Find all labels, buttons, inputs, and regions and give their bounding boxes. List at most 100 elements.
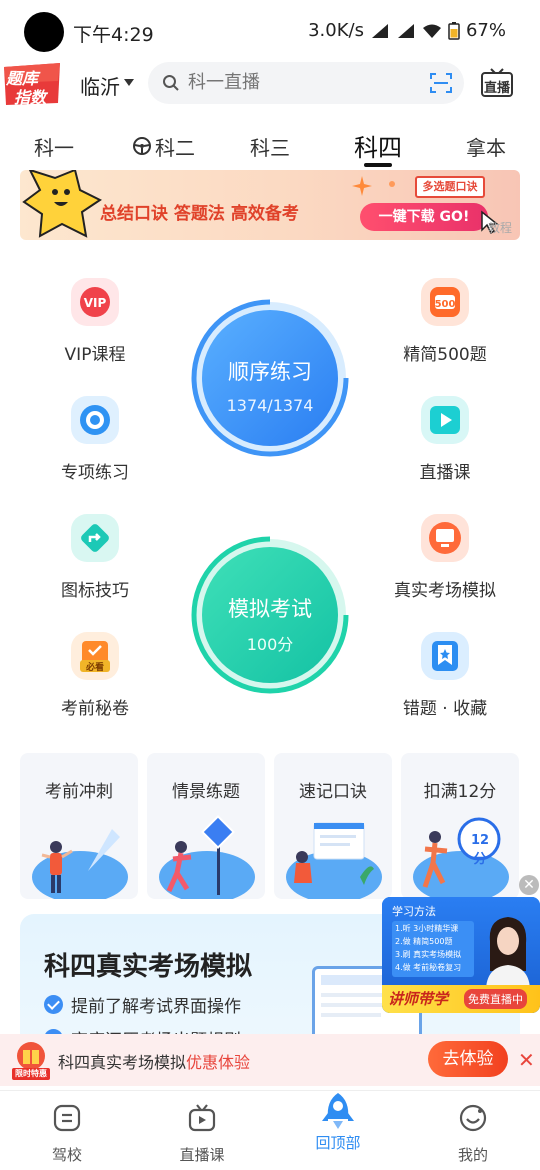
sign-tips-entry[interactable]: 图标技巧 <box>35 514 155 601</box>
sparkle-icon <box>352 176 395 196</box>
offer-text: 科四真实考场模拟优惠体验 <box>58 1049 250 1073</box>
sprint-card[interactable]: 考前冲刺 <box>20 753 138 899</box>
real-exam-sim-label: 真实考场模拟 <box>394 581 496 601</box>
real-exam-sim-entry[interactable]: 真实考场模拟 <box>385 514 505 601</box>
video-icon <box>421 396 469 444</box>
mascot-star-icon <box>22 170 102 238</box>
vip-icon: VIP <box>71 278 119 326</box>
topic-practice-entry[interactable]: 专项练习 <box>35 396 155 483</box>
net-speed: 3.0K/s <box>308 20 364 41</box>
500-icon: 500 <box>421 278 469 326</box>
teacher-live-ad[interactable]: 学习方法 1.听 3小时精华课 2.做 精简500题 3.刷 真实考场模拟 4.… <box>382 897 540 1013</box>
nav-back-to-top[interactable]: 回顶部 <box>288 1093 388 1153</box>
crossing-sign-illustration-icon <box>159 815 255 899</box>
tab-subject-4[interactable]: 科四 <box>354 128 402 163</box>
live-button[interactable]: 直播 <box>480 68 514 98</box>
smile-icon <box>459 1104 487 1132</box>
sprint-card-title: 考前冲刺 <box>45 782 113 802</box>
search-icon <box>163 75 179 91</box>
tab-subject-2[interactable]: 科二 <box>155 132 195 161</box>
promo-point-text: 提前了解考试界面操作 <box>71 997 241 1017</box>
deduct-12-badge: 12分 <box>470 833 490 867</box>
float-ad-list: 1.听 3小时精华课 2.做 精简500题 3.刷 真实考场模拟 4.做 考前秘… <box>392 921 474 977</box>
float-ad-heading: 学习方法 <box>392 905 436 918</box>
secret-paper-label: 考前秘卷 <box>61 699 129 719</box>
download-button[interactable]: 一键下载 GO! <box>360 203 488 231</box>
nav-mine[interactable]: 我的 <box>423 1103 523 1165</box>
offer-main: 科四真实考场模拟 <box>58 1053 187 1072</box>
live-course-entry[interactable]: 直播课 <box>385 396 505 483</box>
nav-live-course[interactable]: 直播课 <box>152 1103 252 1165</box>
signal-icon <box>371 23 388 38</box>
deduct-12-card[interactable]: 扣满12分 12分 <box>401 753 519 899</box>
sequence-practice-progress: 1374/1374 <box>226 396 314 415</box>
clipboard-icon: 必看 <box>71 632 119 680</box>
tab-subject-3[interactable]: 科三 <box>250 132 290 161</box>
live-label: 直播 <box>484 81 511 96</box>
city-selector[interactable]: 临沂 <box>80 71 120 100</box>
float-ad-live: 免费直播中 <box>464 989 527 1009</box>
camera-cutout <box>24 12 64 52</box>
wifi-icon <box>422 24 441 38</box>
mistakes-favorites-entry[interactable]: 错题 · 收藏 <box>385 632 505 719</box>
signal-icon <box>397 23 414 38</box>
sequence-practice-label: 顺序练习 <box>228 360 312 384</box>
close-ad-icon[interactable]: ✕ <box>519 875 539 895</box>
nav-label: 回顶部 <box>315 1134 361 1152</box>
promo-banner[interactable]: 总结口诀 答题法 高效备考 多选题口诀 一键下载 GO! 教程 <box>20 170 520 240</box>
secret-paper-entry[interactable]: 必看 考前秘卷 <box>35 632 155 719</box>
search-input[interactable] <box>188 72 408 93</box>
float-ad-item: 1.听 3小时精华课 <box>395 924 459 933</box>
tab-license[interactable]: 拿本 <box>466 132 506 161</box>
offer-highlight: 优惠体验 <box>186 1053 251 1072</box>
banner-badge: 多选题口诀 <box>415 176 485 198</box>
float-ad-tag: 讲师带学 <box>388 990 449 1008</box>
nav-label: 直播课 <box>179 1146 225 1164</box>
mock-exam-button[interactable]: 模拟考试 100分 <box>190 535 350 695</box>
mock-exam-score: 100分 <box>246 635 294 654</box>
scenario-card-title: 情景练题 <box>172 782 240 802</box>
monitor-icon <box>421 514 469 562</box>
sign-tips-label: 图标技巧 <box>61 581 129 601</box>
mock-exam-label: 模拟考试 <box>228 597 312 621</box>
offer-badge: 限时特惠 <box>15 1069 47 1078</box>
nav-label: 我的 <box>457 1146 488 1164</box>
teacher-avatar <box>486 917 530 991</box>
banner-cropped-heading <box>98 170 338 184</box>
float-ad-item: 4.做 考前秘卷复习 <box>395 963 462 972</box>
battery-icon <box>448 21 460 40</box>
nav-label: 驾校 <box>51 1146 82 1164</box>
vip-course-entry[interactable]: VIP VIP课程 <box>35 278 155 365</box>
steering-wheel-icon <box>133 137 151 155</box>
scenario-card[interactable]: 情景练题 <box>147 753 265 899</box>
bottom-navigation: 驾校 直播课 回顶部 我的 <box>0 1090 540 1170</box>
sequence-practice-button[interactable]: 顺序练习 1374/1374 <box>190 298 350 458</box>
question-bank-logo[interactable]: 题库 指数 <box>0 61 64 107</box>
simplified-500-entry[interactable]: 500 精简500题 <box>385 278 505 365</box>
sign-icon <box>71 514 119 562</box>
status-right: 3.0K/s 67% <box>308 20 506 41</box>
close-icon[interactable]: ✕ <box>518 1048 535 1072</box>
limited-offer-bar[interactable]: 限时特惠 科四真实考场模拟优惠体验 去体验 ✕ <box>0 1034 540 1086</box>
caret-down-icon[interactable] <box>124 79 134 86</box>
mnemonic-card[interactable]: 速记口诀 <box>274 753 392 899</box>
svg-text:VIP: VIP <box>84 296 107 310</box>
live-course-label: 直播课 <box>419 463 471 483</box>
bookmark-icon <box>421 632 469 680</box>
notes-illustration-icon <box>286 822 382 899</box>
topic-practice-label: 专项练习 <box>61 463 129 483</box>
banner-tag: 教程 <box>487 221 512 235</box>
check-icon <box>44 995 63 1014</box>
scan-icon[interactable] <box>429 72 453 94</box>
search-bar[interactable] <box>148 62 464 104</box>
gift-icon: 限时特惠 <box>12 1040 50 1080</box>
nav-driving-school[interactable]: 驾校 <box>17 1103 117 1165</box>
rocket-icon <box>322 1093 354 1129</box>
promo-title: 科四真实考场模拟 <box>44 952 253 982</box>
try-now-button[interactable]: 去体验 <box>428 1041 508 1077</box>
target-icon <box>71 396 119 444</box>
app-screen: 下午4:29 3.0K/s 67% 题库 指数 临沂 直 <box>0 0 540 1170</box>
tab-subject-1[interactable]: 科一 <box>34 132 74 161</box>
simplified-500-label: 精简500题 <box>403 345 487 365</box>
mistakes-favorites-label: 错题 · 收藏 <box>402 699 488 719</box>
